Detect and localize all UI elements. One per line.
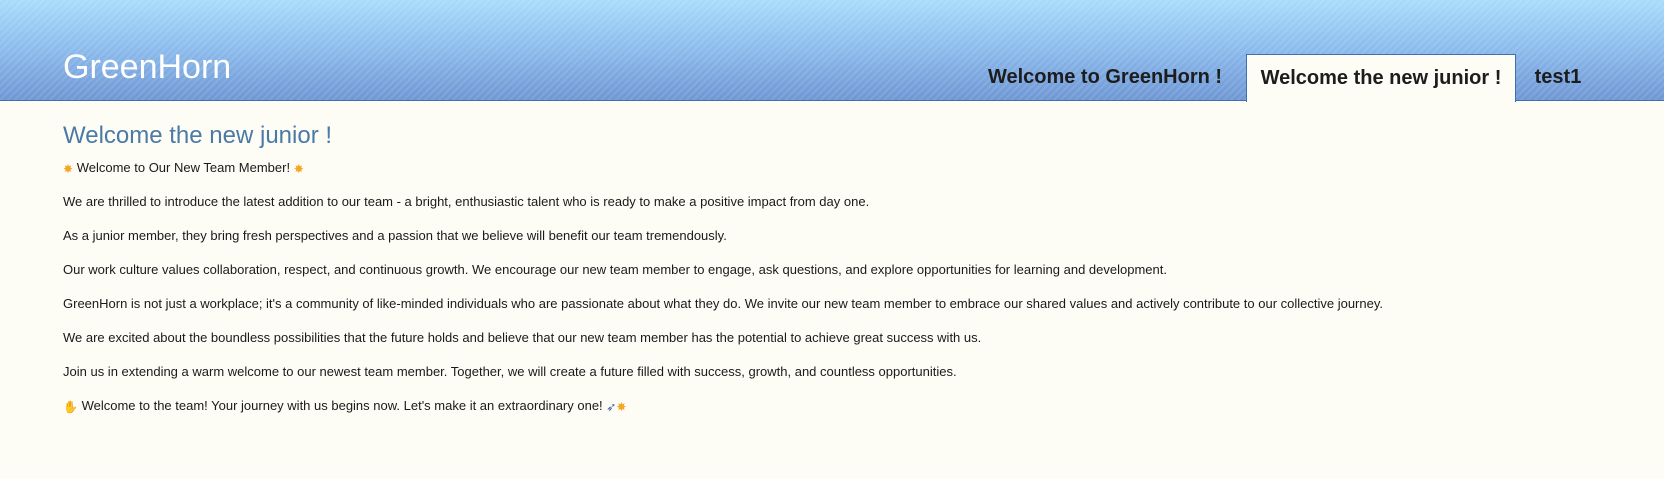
main-content: Welcome the new junior ! ✸ Welcome to Ou… — [63, 101, 1623, 414]
paragraph: We are thrilled to introduce the latest … — [63, 194, 870, 209]
paragraph: Join us in extending a warm welcome to o… — [63, 364, 957, 379]
page-title: Welcome the new junior ! — [63, 122, 333, 149]
intro-line: ✸ Welcome to Our New Team Member! ✸ — [63, 160, 1623, 176]
tab-welcome-to-greenhorn[interactable]: Welcome to GreenHorn ! — [980, 54, 1230, 101]
clapping-hands-icon: ✋ — [63, 400, 78, 414]
tab-welcome-new-junior[interactable]: Welcome the new junior ! — [1246, 54, 1516, 102]
tab-test1[interactable]: test1 — [1516, 54, 1600, 101]
paragraph: We are excited about the boundless possi… — [63, 330, 982, 345]
closing-text: Welcome to the team! Your journey with u… — [81, 398, 603, 413]
glowing-star-icon: ✸ — [63, 162, 74, 176]
main-navigation: Welcome to GreenHorn ! Welcome the new j… — [0, 54, 1664, 102]
glowing-star-icon: ✸ — [293, 162, 304, 176]
rocket-icon: ➶ — [606, 400, 617, 414]
paragraph: Our work culture values collaboration, r… — [63, 262, 1167, 277]
site-header: GreenHorn Welcome to GreenHorn ! Welcome… — [0, 0, 1664, 102]
intro-text: Welcome to Our New Team Member! — [76, 160, 291, 175]
closing-line: ✋ Welcome to the team! Your journey with… — [63, 398, 1623, 414]
glowing-star-icon: ✸ — [616, 400, 627, 414]
paragraph: As a junior member, they bring fresh per… — [63, 228, 727, 243]
paragraph: GreenHorn is not just a workplace; it's … — [63, 296, 1383, 311]
